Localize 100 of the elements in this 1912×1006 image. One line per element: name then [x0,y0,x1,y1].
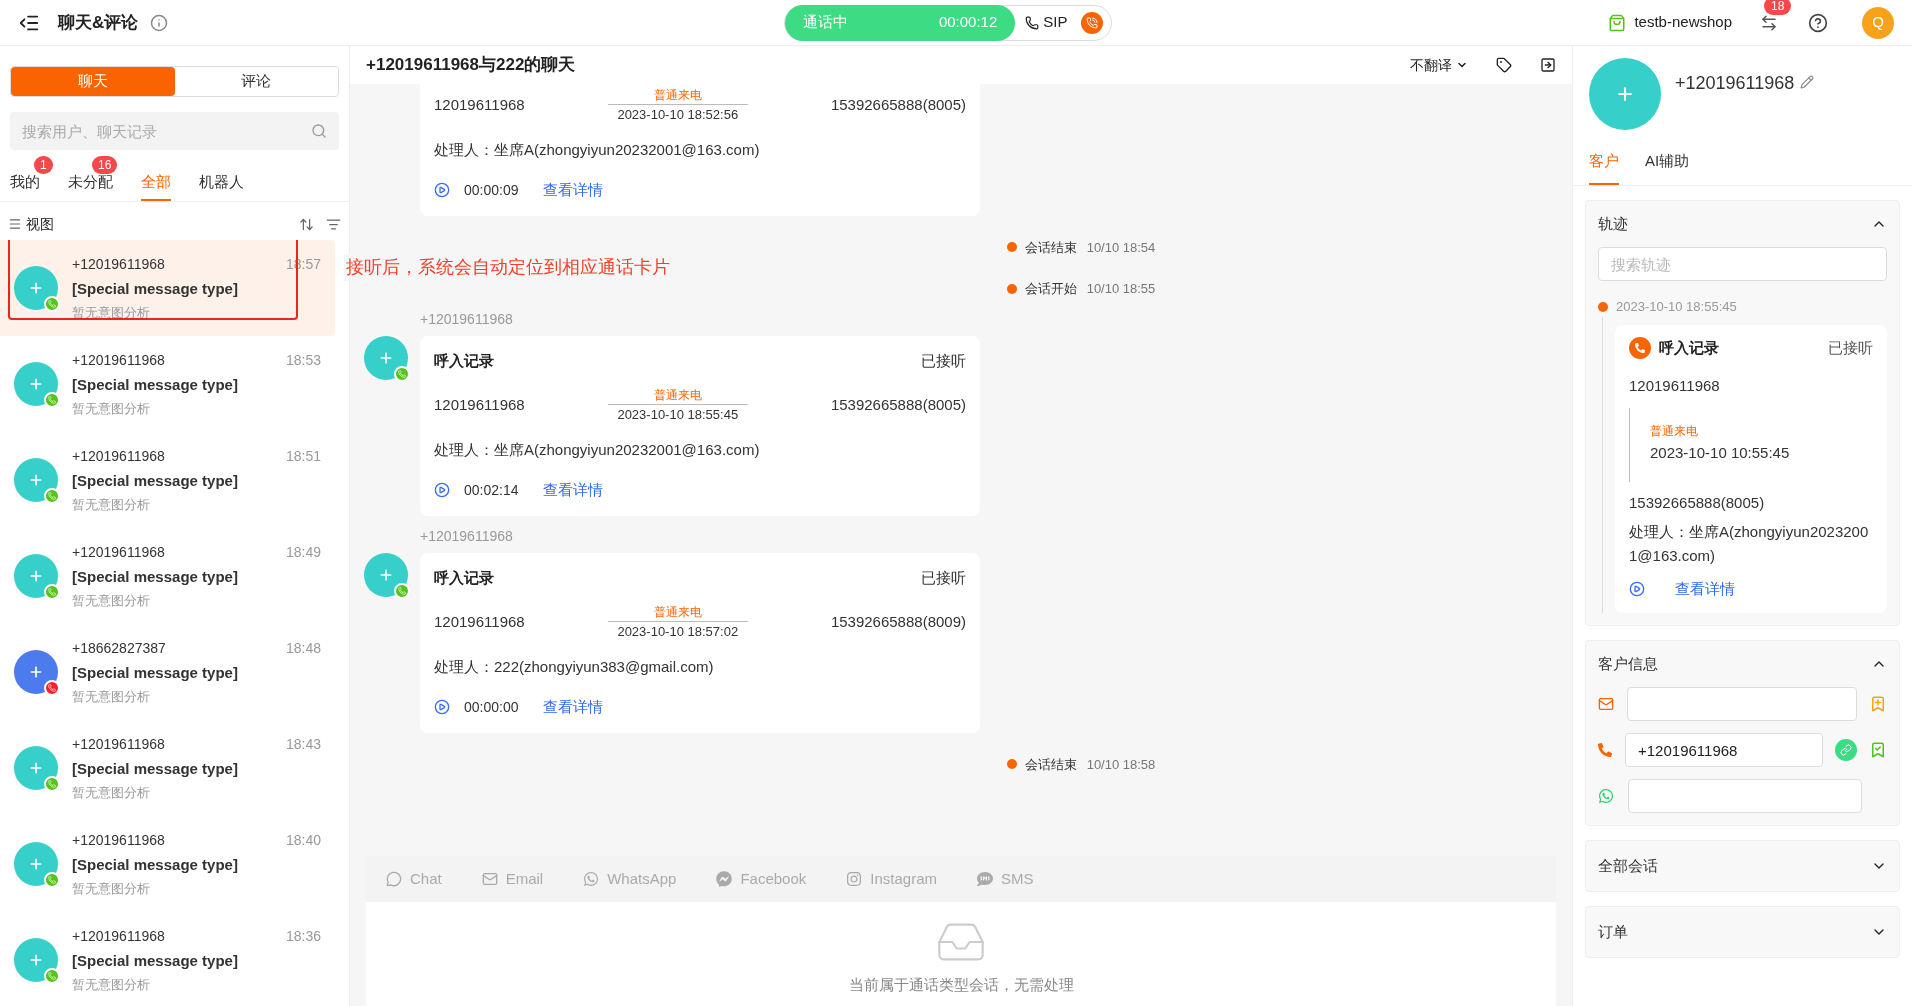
info-icon[interactable] [150,13,169,32]
intent-text: 暂无意图分析 [72,496,151,514]
handler-text: 处理人：坐席A(zhongyiyun20232001@163.com) [1629,522,1870,566]
conversation-item[interactable]: +12019611968 18:49 [Special message type] 暂无意图分析 [0,528,335,624]
message-preview: [Special message type] [72,662,239,683]
filter-icon[interactable] [326,216,341,232]
section-title: 客户信息 [1598,653,1658,674]
contact-field[interactable]: +12019611968 [1625,733,1823,767]
conversation-item[interactable]: +12019611968 18:43 [Special message type] 暂无意图分析 [0,720,335,816]
message-preview: [Special message type] [72,854,239,875]
switch-icon[interactable] [1760,13,1778,32]
hang-up-button[interactable] [1081,11,1104,34]
phone-badge-icon [44,584,60,600]
collapsible-section[interactable]: 订单 [1585,906,1900,958]
conversation-item[interactable]: +12019611968 18:36 [Special message type] 暂无意图分析 [0,912,335,1006]
call-timer: 00:00:12 [938,12,998,33]
bookmark-check-icon[interactable] [1869,741,1887,759]
shop-name[interactable]: testb-newshop [1634,11,1732,34]
view-details-link[interactable]: 查看详情 [542,696,603,719]
contact-name: +12019611968 [72,926,165,946]
exit-icon[interactable] [1540,57,1556,73]
view-label[interactable]: 视图 [26,213,54,235]
event-label: 会话结束 [1024,755,1077,774]
shop-icon [1608,13,1627,32]
call-duration: 00:02:14 [464,480,519,500]
filter-tab[interactable]: 机器人 [199,170,244,201]
conversation-item[interactable]: +12019611968 18:53 [Special message type] 暂无意图分析 [0,336,335,432]
message-time: 18:36 [285,926,321,946]
contact-name: +12019611968 [72,350,165,370]
panel-tab[interactable]: AI辅助 [1645,150,1690,185]
message-time: 18:48 [285,638,321,658]
search-icon[interactable] [311,123,327,139]
call-status: 已接听 [921,350,966,371]
call-status: 已接听 [921,567,966,588]
phone-badge-icon [44,872,60,888]
call-time: 2023-10-10 18:57:02 [617,623,739,641]
card-title: 呼入记录 [434,567,494,588]
play-icon[interactable] [1629,581,1645,598]
play-icon[interactable] [434,182,450,199]
whatsapp-icon [583,871,600,887]
contact-name: +18662827387 [72,638,166,658]
sms-icon [977,871,993,887]
message-time: 18:51 [285,446,321,466]
message-time: 18:40 [285,830,321,850]
phone-icon [1025,15,1040,30]
call-type: 普通来电 [653,387,702,404]
sort-icon[interactable] [299,216,314,232]
intent-text: 暂无意图分析 [72,592,151,610]
intent-text: 暂无意图分析 [72,976,151,994]
section-title: 轨迹 [1598,213,1628,234]
avatar [364,335,408,380]
phone-icon [1086,16,1099,29]
help-icon[interactable] [1808,12,1828,33]
call-time: 2023-10-10 18:52:56 [617,106,739,124]
intent-text: 暂无意图分析 [72,784,151,802]
view-details-link[interactable]: 查看详情 [542,179,603,202]
play-icon[interactable] [434,482,450,499]
chat-title: +12019611968与222的聊天 [366,54,576,77]
call-duration: 00:00:09 [464,180,519,200]
view-details-link[interactable]: 查看详情 [1675,578,1735,601]
contact-name: +12019611968 [72,254,165,274]
phone-badge-icon [44,296,60,312]
contact-field[interactable] [1628,779,1862,813]
whatsapp-icon [1598,788,1614,804]
phone-badge-icon [44,680,60,696]
contact-name: +12019611968 [72,446,165,466]
conversation-item[interactable]: +12019611968 18:51 [Special message type] 暂无意图分析 [0,432,335,528]
mail-icon [481,871,498,887]
conversation-item[interactable]: +12019611968 18:40 [Special message type] 暂无意图分析 [0,816,335,912]
translate-dropdown[interactable]: 不翻译 [1410,54,1468,76]
message-preview: [Special message type] [72,950,239,971]
handler-text: 处理人：222(zhongyiyun383@gmail.com) [434,656,715,677]
phone-badge-icon [44,776,60,792]
edit-icon[interactable] [1800,75,1815,89]
call-status: 已接听 [1828,337,1873,358]
event-time: 10/10 18:58 [1086,755,1156,774]
view-details-link[interactable]: 查看详情 [542,479,603,502]
event-time: 10/10 18:55 [1086,280,1156,298]
event-label: 会话开始 [1024,280,1077,298]
collapsible-section[interactable]: 全部会话 [1585,840,1900,892]
message-preview: [Special message type] [72,758,239,779]
phone-badge-icon [44,488,60,504]
contact-field[interactable] [1627,687,1857,721]
conversation-item[interactable]: +18662827387 18:48 [Special message type] 暂无意图分析 [0,624,335,720]
intent-text: 暂无意图分析 [72,688,151,706]
message-preview: [Special message type] [72,566,239,587]
track-search-field[interactable]: 搜索轨迹 [1598,247,1887,281]
caller-number: 12019611968 [434,395,525,415]
message-time: 18:53 [285,350,321,370]
caller-number: 12019611968 [434,612,525,632]
notification-badge: 18 [1764,0,1792,15]
search-field[interactable]: 搜索用户、聊天记录 [10,112,339,150]
phone-call-icon [1629,336,1651,359]
call-type: 普通来电 [1650,422,1699,440]
play-icon[interactable] [434,699,450,716]
caller-number: 12019611968 [1629,376,1721,396]
intent-text: 暂无意图分析 [72,400,151,418]
tag-icon[interactable] [1496,57,1512,73]
phone-icon [1598,743,1612,757]
instagram-icon [846,871,863,887]
